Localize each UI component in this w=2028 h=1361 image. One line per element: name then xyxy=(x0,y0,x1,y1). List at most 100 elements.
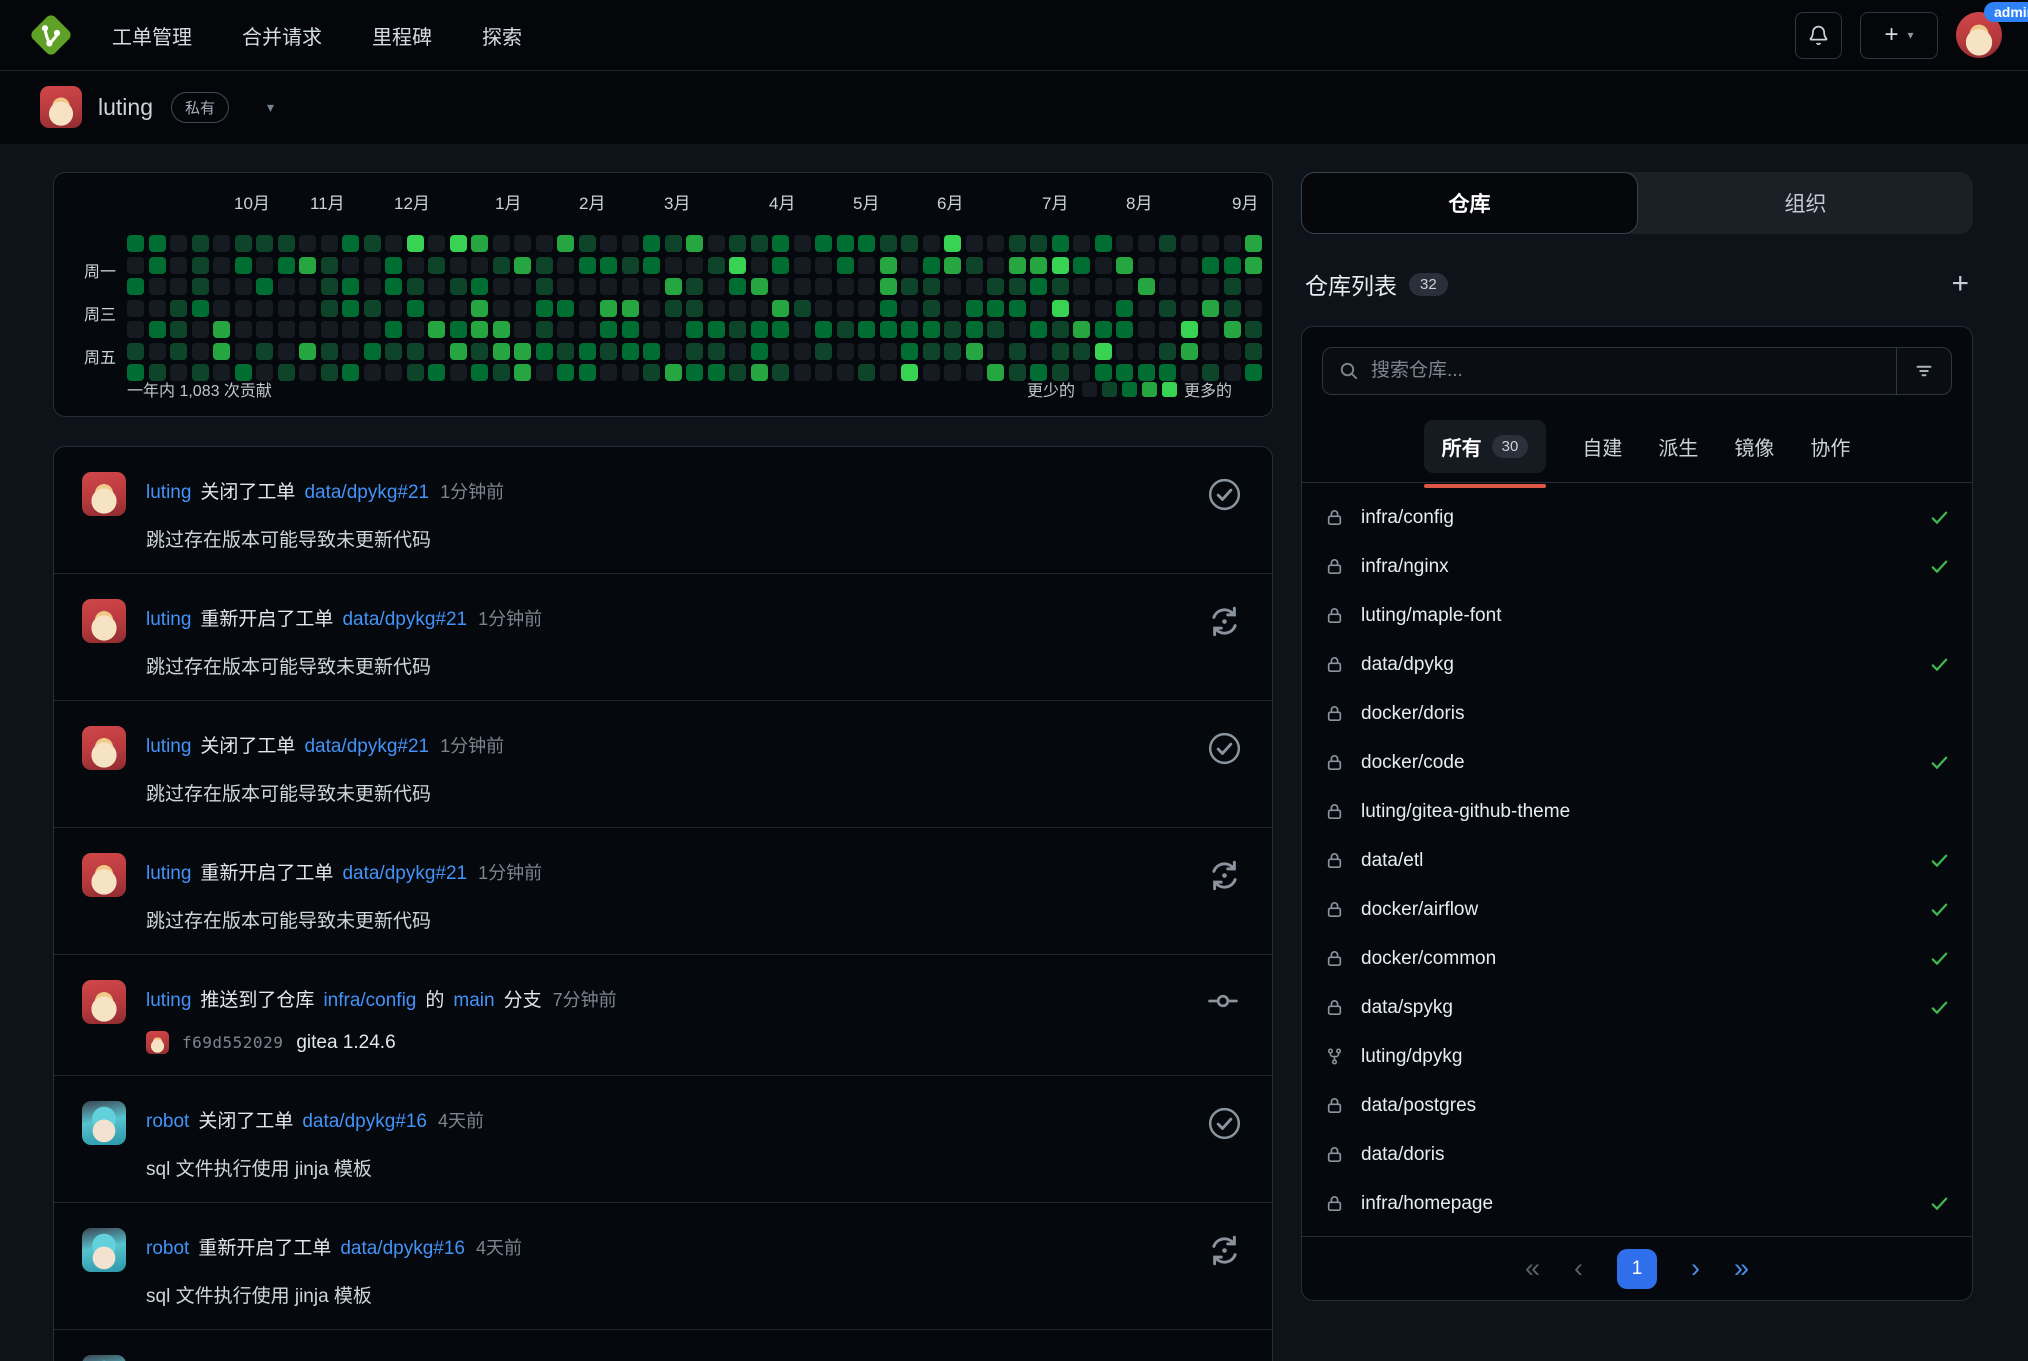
heatmap-cell xyxy=(837,257,854,274)
heatmap-cell xyxy=(579,300,596,317)
feed-action-text: 推送到了仓库 xyxy=(200,985,314,1012)
feed-user-link[interactable]: robot xyxy=(146,1238,189,1260)
nav-item-issues[interactable]: 工单管理 xyxy=(112,21,192,50)
repo-filter-tab[interactable]: 镜像 xyxy=(1734,432,1774,461)
feed-user-link[interactable]: robot xyxy=(146,1111,189,1133)
add-repo-button[interactable]: + xyxy=(1951,269,1969,299)
feed-comment-text: 跳过存在版本可能导致未更新代码 xyxy=(146,525,1186,552)
search-filter-button[interactable] xyxy=(1896,348,1951,394)
repo-list-item[interactable]: infra/nginx xyxy=(1324,542,1950,591)
heatmap-cell xyxy=(1052,278,1069,295)
repo-filter-all-active[interactable]: 所有30 xyxy=(1424,420,1547,473)
heatmap-month-label: 3月 xyxy=(664,189,690,214)
heatmap-cell xyxy=(127,343,144,360)
repo-list-item[interactable]: infra/homepage xyxy=(1324,1179,1950,1228)
heatmap-cell xyxy=(557,257,574,274)
heatmap-cell xyxy=(1116,278,1133,295)
feed-user-link[interactable]: luting xyxy=(146,609,191,631)
context-caret-icon[interactable]: ▾ xyxy=(267,99,274,116)
lock-icon xyxy=(1324,557,1344,576)
feed-repo-link[interactable]: data/dpykg#21 xyxy=(304,736,429,758)
heatmap-cell xyxy=(665,300,682,317)
repo-list-item[interactable]: docker/common xyxy=(1324,934,1950,983)
feed-user-avatar[interactable] xyxy=(82,1101,126,1145)
repo-name: data/etl xyxy=(1361,850,1423,872)
heatmap-cell xyxy=(1009,300,1026,317)
nav-item-explore[interactable]: 探索 xyxy=(482,21,522,50)
heatmap-cell xyxy=(579,278,596,295)
feed-entry-title: robot关闭了工单data/dpykg#164天前 xyxy=(146,1106,1186,1133)
repo-list-item[interactable]: data/postgres xyxy=(1324,1081,1950,1130)
heatmap-cell xyxy=(686,300,703,317)
feed-user-avatar[interactable] xyxy=(82,1228,126,1272)
feed-user-link[interactable]: luting xyxy=(146,736,191,758)
profile-avatar[interactable] xyxy=(40,86,82,128)
repo-list-item[interactable]: data/etl xyxy=(1324,836,1950,885)
heatmap-cell xyxy=(622,343,639,360)
pagination-next-button[interactable]: › xyxy=(1691,1255,1700,1282)
heatmap-cell xyxy=(1181,321,1198,338)
nav-item-merge-requests[interactable]: 合并请求 xyxy=(242,21,322,50)
heatmap-cell xyxy=(1245,278,1262,295)
feed-repo-link[interactable]: data/dpykg#21 xyxy=(342,863,467,885)
repo-list-item[interactable]: data/spykg xyxy=(1324,983,1950,1032)
feed-repo-link[interactable]: infra/config xyxy=(323,990,416,1012)
heatmap-cell xyxy=(1009,278,1026,295)
heatmap-cell xyxy=(1052,235,1069,252)
heatmap-cell xyxy=(858,257,875,274)
feed-user-avatar[interactable] xyxy=(82,980,126,1024)
feed-user-link[interactable]: luting xyxy=(146,482,191,504)
gitea-logo-icon[interactable] xyxy=(26,10,76,60)
repo-filter-tab[interactable]: 自建 xyxy=(1582,432,1622,461)
repo-list-item[interactable]: docker/code xyxy=(1324,738,1950,787)
feed-user-avatar[interactable] xyxy=(82,472,126,516)
repo-list-item[interactable]: data/dpykg xyxy=(1324,640,1950,689)
feed-user-link[interactable]: luting xyxy=(146,863,191,885)
repo-filter-tab[interactable]: 协作 xyxy=(1810,432,1850,461)
pagination-prev-button[interactable]: ‹ xyxy=(1574,1255,1583,1282)
notifications-button[interactable] xyxy=(1795,12,1842,59)
repo-list-item[interactable]: data/doris xyxy=(1324,1130,1950,1179)
heatmap-cell xyxy=(1159,300,1176,317)
heatmap-cell xyxy=(1116,343,1133,360)
repo-filter-tab[interactable]: 派生 xyxy=(1658,432,1698,461)
pagination-first-button[interactable]: « xyxy=(1525,1255,1540,1282)
feed-repo-link[interactable]: data/dpykg#16 xyxy=(340,1238,465,1260)
profile-username[interactable]: luting xyxy=(98,94,153,121)
feed-entry: luting关闭了工单data/dpykg#211分钟前跳过存在版本可能导致未更… xyxy=(54,447,1272,573)
feed-repo-link[interactable]: data/dpykg#21 xyxy=(342,609,467,631)
heatmap-cell xyxy=(170,257,187,274)
repo-list-item[interactable]: luting/dpykg xyxy=(1324,1032,1950,1081)
commit-sha-link[interactable]: f69d552029 xyxy=(182,1033,283,1052)
repo-list-item[interactable]: docker/airflow xyxy=(1324,885,1950,934)
check-icon xyxy=(1929,997,1950,1018)
feed-user-avatar[interactable] xyxy=(82,1355,126,1361)
nav-item-milestones[interactable]: 里程碑 xyxy=(372,21,432,50)
repo-list-item[interactable]: luting/gitea-github-theme xyxy=(1324,787,1950,836)
feed-user-avatar[interactable] xyxy=(82,599,126,643)
heatmap-cell xyxy=(278,257,295,274)
feed-user-link[interactable]: luting xyxy=(146,990,191,1012)
feed-repo-link[interactable]: data/dpykg#16 xyxy=(302,1111,427,1133)
heatmap-cell xyxy=(772,300,789,317)
repo-list-item[interactable]: luting/maple-font xyxy=(1324,591,1950,640)
heatmap-cell xyxy=(708,321,725,338)
heatmap-cell xyxy=(1245,235,1262,252)
heatmap-cell xyxy=(299,257,316,274)
repo-search-input[interactable] xyxy=(1371,360,1896,382)
feed-user-avatar[interactable] xyxy=(82,726,126,770)
pagination-page-1[interactable]: 1 xyxy=(1617,1249,1657,1289)
heatmap-cell xyxy=(708,343,725,360)
tab-organizations[interactable]: 组织 xyxy=(1638,172,1973,234)
heatmap-cell xyxy=(256,300,273,317)
create-new-button[interactable]: + ▾ xyxy=(1860,12,1938,59)
repo-list-item[interactable]: docker/doris xyxy=(1324,689,1950,738)
heatmap-cell xyxy=(772,321,789,338)
heatmap-cell xyxy=(987,343,1004,360)
pagination-last-button[interactable]: » xyxy=(1734,1255,1749,1282)
feed-repo-link[interactable]: main xyxy=(453,990,494,1012)
feed-repo-link[interactable]: data/dpykg#21 xyxy=(304,482,429,504)
feed-user-avatar[interactable] xyxy=(82,853,126,897)
repo-list-item[interactable]: infra/config xyxy=(1324,493,1950,542)
tab-repositories[interactable]: 仓库 xyxy=(1301,172,1638,234)
